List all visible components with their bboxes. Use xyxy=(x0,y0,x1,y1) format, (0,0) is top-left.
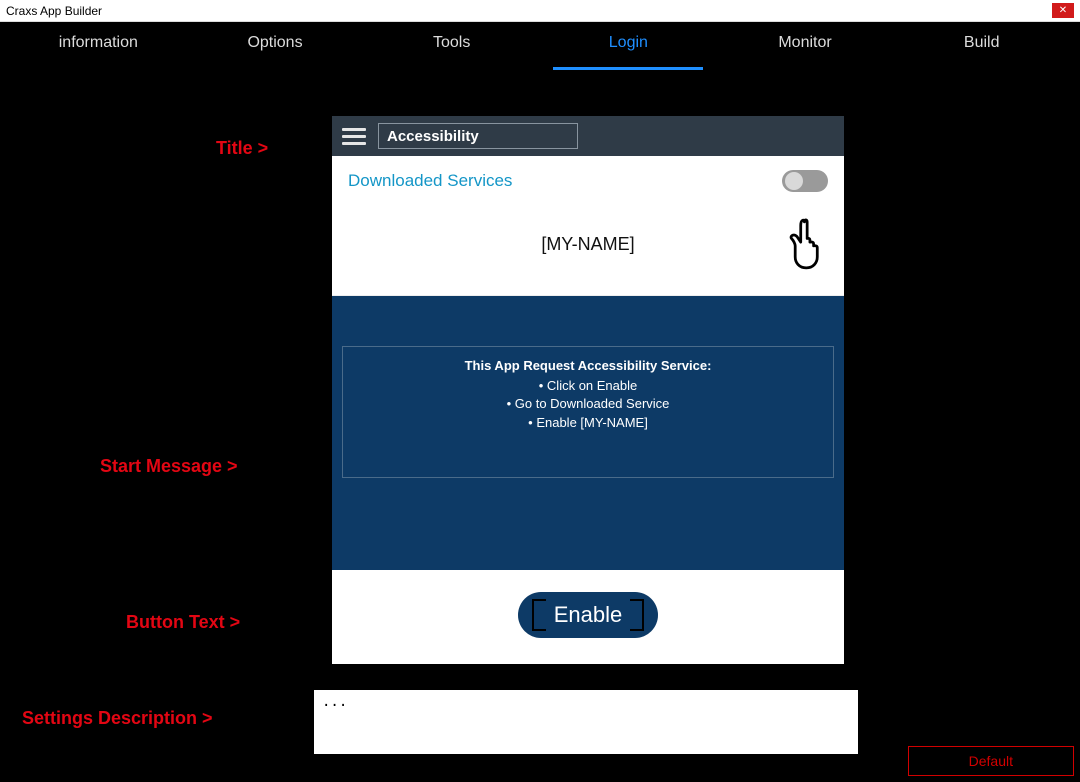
default-button[interactable]: Default xyxy=(908,746,1074,776)
label-settings-description: Settings Description > xyxy=(22,708,213,729)
close-icon: ✕ xyxy=(1059,6,1067,16)
message-line2: • Go to Downloaded Service xyxy=(353,395,823,413)
enable-button[interactable]: Enable xyxy=(518,592,659,638)
label-button-text: Button Text > xyxy=(126,612,240,633)
toggle-switch[interactable] xyxy=(782,170,828,192)
hamburger-icon[interactable] xyxy=(342,128,366,145)
label-start-message: Start Message > xyxy=(100,456,238,477)
tab-login[interactable]: Login xyxy=(540,24,717,66)
window-titlebar: Craxs App Builder ✕ xyxy=(0,0,1080,22)
top-tabs: information Options Tools Login Monitor … xyxy=(0,22,1080,68)
myname-row: [MY-NAME] xyxy=(332,206,844,295)
tab-options[interactable]: Options xyxy=(187,24,364,66)
downloaded-services-label: Downloaded Services xyxy=(348,171,512,191)
enable-button-label: Enable xyxy=(554,602,623,627)
tab-information[interactable]: information xyxy=(10,24,187,66)
downloaded-services-row: Downloaded Services xyxy=(332,156,844,206)
message-line1: • Click on Enable xyxy=(353,377,823,395)
settings-description-input[interactable] xyxy=(314,690,858,754)
message-line3: • Enable [MY-NAME] xyxy=(353,414,823,432)
tab-label: information xyxy=(59,34,138,51)
preview-bottom: Enable xyxy=(332,570,844,664)
label-title: Title > xyxy=(216,138,268,159)
preview-message-area: This App Request Accessibility Service: … xyxy=(332,296,844,570)
phone-preview: Downloaded Services [MY-NAME] This App R… xyxy=(332,116,844,664)
tab-monitor[interactable]: Monitor xyxy=(717,24,894,66)
close-window-button[interactable]: ✕ xyxy=(1052,3,1074,18)
tab-label: Monitor xyxy=(778,34,831,51)
toggle-knob xyxy=(785,172,803,190)
tab-label: Options xyxy=(247,34,302,51)
preview-header xyxy=(332,116,844,156)
tab-label: Tools xyxy=(433,34,470,51)
tab-build[interactable]: Build xyxy=(893,24,1070,66)
message-heading: This App Request Accessibility Service: xyxy=(353,357,823,375)
tab-tools[interactable]: Tools xyxy=(363,24,540,66)
preview-top: Downloaded Services [MY-NAME] xyxy=(332,156,844,296)
title-input[interactable] xyxy=(378,123,578,149)
tab-label: Login xyxy=(609,34,648,51)
pointer-hand-icon xyxy=(786,216,832,272)
window-title: Craxs App Builder xyxy=(6,4,102,18)
main-area: Title > Start Message > Button Text > Se… xyxy=(0,68,1080,782)
tab-label: Build xyxy=(964,34,1000,51)
start-message-box[interactable]: This App Request Accessibility Service: … xyxy=(342,346,834,478)
default-button-label: Default xyxy=(969,753,1013,769)
myname-placeholder: [MY-NAME] xyxy=(541,234,634,254)
